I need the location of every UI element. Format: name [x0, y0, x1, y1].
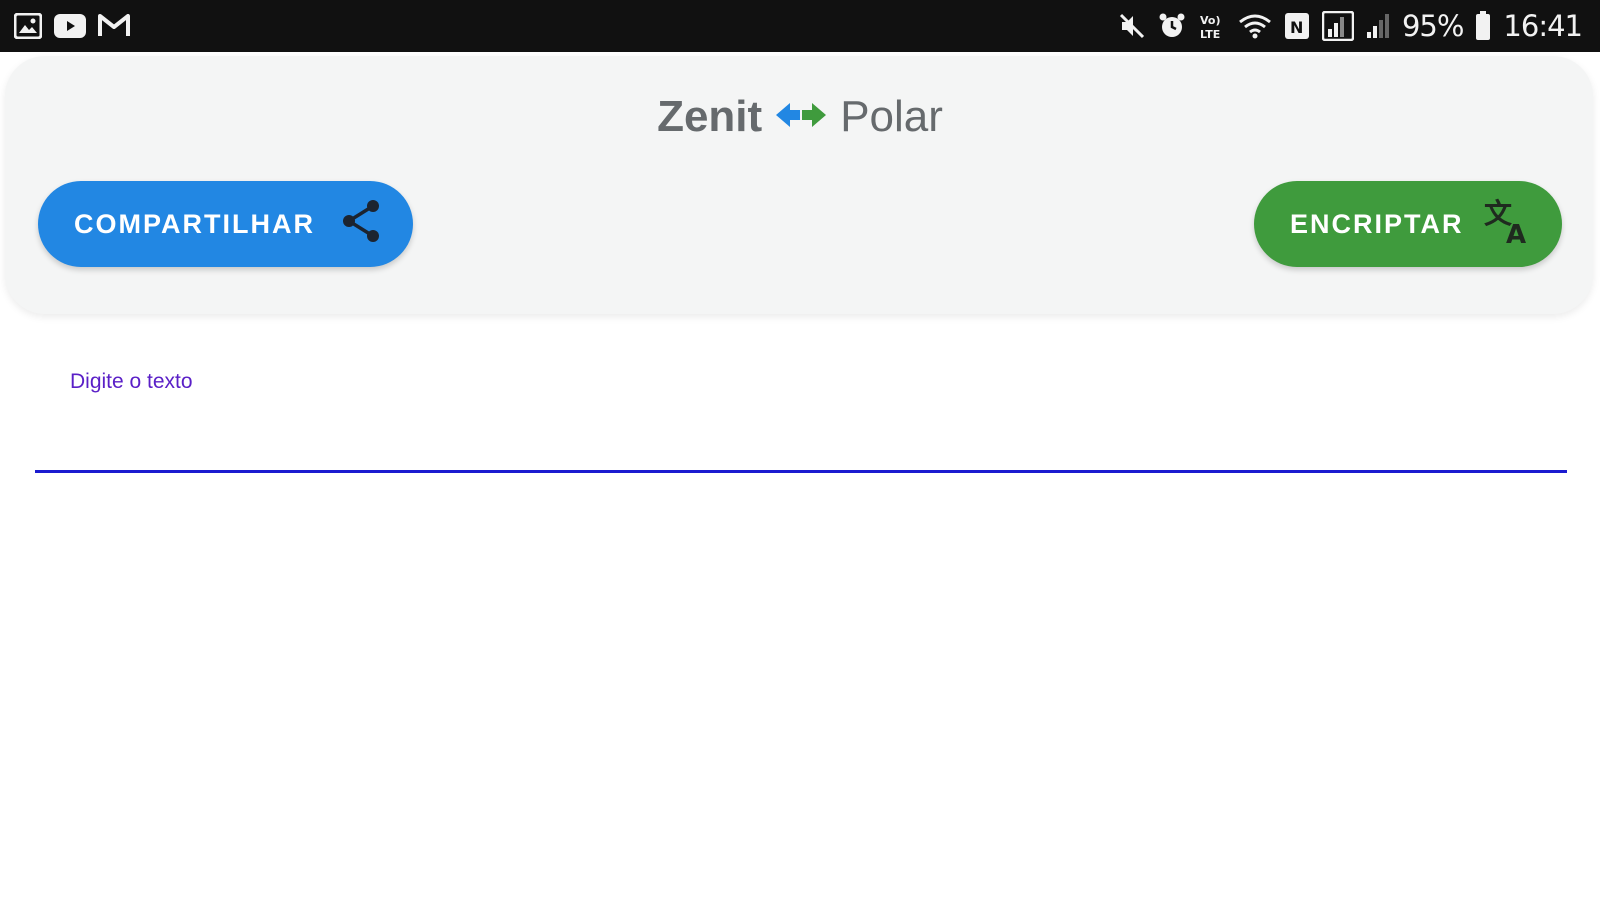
battery-percent: 95%: [1401, 9, 1464, 43]
encrypt-button[interactable]: ENCRIPTAR 文 A: [1254, 181, 1562, 267]
swap-arrows-icon: [774, 92, 828, 142]
share-button-label: COMPARTILHAR: [74, 208, 315, 239]
gmail-icon: [98, 11, 130, 41]
battery-icon: [1475, 11, 1491, 41]
translate-icon: 文 A: [1484, 197, 1534, 252]
app-title: Zenit Polar: [0, 92, 1600, 142]
status-bar-right: Vo) LTE N 95% 16:41: [1118, 9, 1583, 43]
text-input-underline: [35, 470, 1567, 473]
mute-icon: [1118, 11, 1146, 41]
share-button[interactable]: COMPARTILHAR: [38, 181, 413, 267]
volte-icon: Vo) LTE: [1198, 11, 1226, 41]
clock: 16:41: [1503, 9, 1583, 43]
text-input-label: Digite o texto: [70, 370, 193, 393]
share-icon: [339, 198, 383, 251]
app-title-right: Polar: [840, 92, 943, 141]
svg-text:N: N: [1290, 18, 1303, 37]
app-title-left: Zenit: [657, 92, 763, 141]
nfc-icon: N: [1284, 11, 1310, 41]
data-icon: [1321, 11, 1354, 41]
status-bar: Vo) LTE N 95% 16:41: [0, 0, 1600, 52]
svg-text:Vo): Vo): [1200, 14, 1221, 27]
text-input[interactable]: [70, 402, 1554, 464]
svg-text:LTE: LTE: [1200, 28, 1220, 40]
text-input-container: Digite o texto: [35, 340, 1567, 476]
status-bar-left: [14, 11, 130, 41]
alarm-icon: [1158, 11, 1186, 41]
gallery-icon: [14, 11, 42, 41]
youtube-icon: [54, 11, 86, 41]
signal-icon: [1366, 11, 1390, 41]
encrypt-button-label: ENCRIPTAR: [1290, 208, 1464, 239]
svg-text:A: A: [1506, 220, 1528, 245]
wifi-icon: [1238, 11, 1272, 41]
